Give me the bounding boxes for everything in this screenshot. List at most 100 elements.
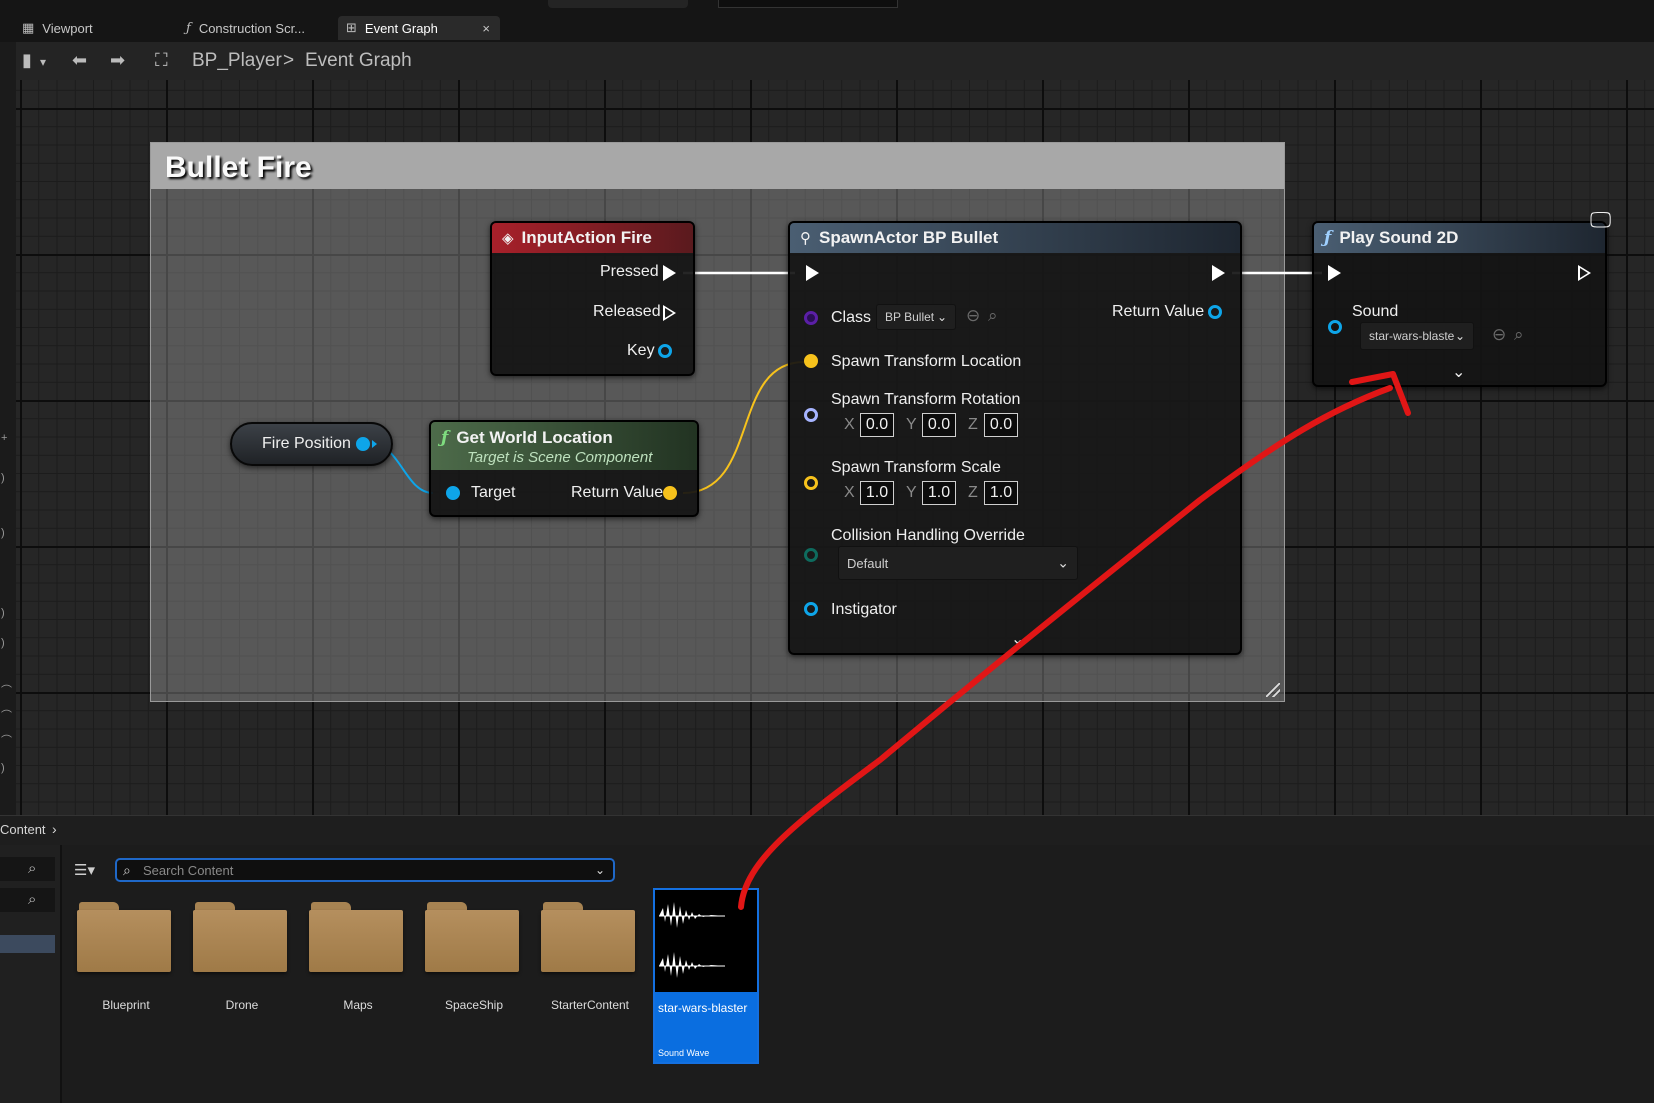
- use-selected-icon[interactable]: ⊖: [1492, 325, 1506, 345]
- folder-icon[interactable]: [541, 902, 637, 972]
- key-out-pin[interactable]: [658, 344, 672, 358]
- class-in-pin[interactable]: [804, 311, 818, 325]
- graph-toolbar: ▮ ▾ ⬅ ➡ ⛶ BP_Player > Event Graph: [0, 42, 1654, 80]
- pin-label-instigator: Instigator: [831, 601, 897, 618]
- scale-x-input[interactable]: 1.0: [860, 481, 894, 505]
- search-icon[interactable]: ⌕: [28, 891, 36, 908]
- filter-icon[interactable]: ☰▾: [74, 861, 95, 879]
- location-in-pin[interactable]: [804, 354, 818, 368]
- return-value-out-pin[interactable]: [1208, 305, 1222, 319]
- breadcrumb-blueprint[interactable]: BP_Player: [192, 50, 282, 72]
- tab-construction-script[interactable]: ƒ Construction Scr...: [178, 16, 328, 40]
- content-breadcrumb[interactable]: Content: [0, 822, 46, 837]
- folder-label[interactable]: Maps: [300, 998, 416, 1012]
- node-title: SpawnActor BP Bullet: [819, 228, 999, 247]
- browse-icon[interactable]: ⌕: [988, 306, 998, 326]
- top-dropdown[interactable]: [548, 0, 688, 8]
- exec-in-pin[interactable]: [806, 265, 819, 281]
- resize-handle-icon[interactable]: [1266, 683, 1280, 697]
- fire-position-variable-node[interactable]: Fire Position: [230, 422, 393, 466]
- sidebar-selected-row[interactable]: [0, 935, 55, 953]
- exec-out-pin-pressed[interactable]: [663, 265, 676, 281]
- pin-label-pressed: Pressed: [600, 263, 659, 280]
- folder-icon[interactable]: [193, 902, 289, 972]
- sound-dropdown[interactable]: star-wars-blaste ⌄: [1360, 322, 1474, 350]
- browse-icon[interactable]: ⌕: [1514, 325, 1524, 345]
- node-subtitle: Target is Scene Component: [467, 449, 653, 466]
- sound-in-pin[interactable]: [1328, 320, 1342, 334]
- pin-label-class: Class: [831, 309, 872, 326]
- chevron-down-icon: ⌄: [1454, 329, 1465, 343]
- folder-label[interactable]: Blueprint: [68, 998, 184, 1012]
- scale-y-input[interactable]: 1.0: [922, 481, 956, 505]
- axis-x: X: [844, 416, 855, 433]
- function-icon: ƒ: [186, 20, 191, 36]
- scale-z-input[interactable]: 1.0: [984, 481, 1018, 505]
- sidebar-search-row[interactable]: ⌕: [0, 888, 55, 912]
- expand-chevron-icon[interactable]: ⌄: [1452, 362, 1465, 382]
- instigator-in-pin[interactable]: [804, 602, 818, 616]
- chevron-down-icon[interactable]: ▾: [40, 55, 46, 69]
- rotation-y-input[interactable]: 0.0: [922, 413, 956, 437]
- breadcrumb-arrow-icon[interactable]: ›: [52, 821, 57, 837]
- collision-in-pin[interactable]: [804, 548, 818, 562]
- axis-y: Y: [906, 484, 917, 501]
- waveform-icon: [655, 890, 757, 992]
- grid-icon: ▦: [22, 20, 35, 35]
- asset-type: Sound Wave: [658, 1048, 710, 1058]
- exec-out-pin[interactable]: [1212, 265, 1225, 281]
- exec-out-pin[interactable]: [1578, 265, 1591, 281]
- scale-in-pin[interactable]: [804, 476, 818, 490]
- forward-arrow-icon[interactable]: ➡: [110, 50, 125, 71]
- chevron-down-icon[interactable]: ⌄: [595, 863, 605, 877]
- pin-label-target: Target: [471, 484, 516, 501]
- breadcrumb-separator: >: [283, 50, 295, 71]
- use-selected-icon[interactable]: ⊖: [966, 306, 980, 326]
- pin-label-location: Spawn Transform Location: [831, 353, 1022, 370]
- comment-header[interactable]: Bullet Fire: [151, 143, 1284, 189]
- breadcrumb-graph[interactable]: Event Graph: [305, 50, 412, 72]
- hierarchy-icon: ⛶: [155, 50, 168, 70]
- tab-label: Viewport: [42, 20, 93, 36]
- folder-icon[interactable]: [77, 902, 173, 972]
- pin-label-released: Released: [593, 303, 661, 320]
- folder-icon[interactable]: [425, 902, 521, 972]
- return-value-out-pin[interactable]: [663, 486, 677, 500]
- tab-bar: ▦ Viewport ƒ Construction Scr... ⊞ Event…: [0, 14, 1654, 42]
- axis-z: Z: [968, 484, 978, 501]
- folder-label[interactable]: SpaceShip: [416, 998, 532, 1012]
- search-icon[interactable]: ⌕: [28, 860, 36, 877]
- target-in-pin[interactable]: [446, 486, 460, 500]
- function-icon: ƒ: [1324, 228, 1332, 248]
- folder-label[interactable]: Drone: [184, 998, 300, 1012]
- folder-label[interactable]: StarterContent: [532, 998, 648, 1012]
- back-arrow-icon[interactable]: ⬅: [72, 50, 87, 71]
- sound-wave-asset[interactable]: star-wars-blaster Sound Wave: [653, 888, 759, 1064]
- rotation-x-input[interactable]: 0.0: [860, 413, 894, 437]
- comment-title: Bullet Fire: [165, 151, 312, 184]
- collision-dropdown[interactable]: Default ⌄: [838, 546, 1078, 580]
- exec-in-pin[interactable]: [1328, 265, 1341, 281]
- tab-event-graph[interactable]: ⊞ Event Graph ×: [338, 16, 500, 40]
- collision-value: Default: [847, 555, 889, 571]
- search-input[interactable]: [143, 862, 583, 878]
- bookmark-icon[interactable]: ▮: [22, 50, 32, 71]
- rotation-z-input[interactable]: 0.0: [984, 413, 1018, 437]
- class-dropdown[interactable]: BP Bullet ⌄: [876, 304, 956, 330]
- rotation-in-pin[interactable]: [804, 408, 818, 422]
- pin-label-return-value: Return Value: [571, 484, 664, 501]
- pin-label-sound: Sound: [1352, 303, 1399, 320]
- top-field[interactable]: [718, 0, 898, 8]
- pin-label-scale: Spawn Transform Scale: [831, 459, 1001, 476]
- get-world-location-node[interactable]: ƒ Get World Location Target is Scene Com…: [429, 420, 699, 517]
- exec-out-pin-released[interactable]: [663, 305, 676, 321]
- close-icon[interactable]: ×: [482, 21, 490, 36]
- folder-icon[interactable]: [309, 902, 405, 972]
- expand-chevron-icon[interactable]: ⌄: [1011, 629, 1024, 649]
- fire-position-out-pin[interactable]: [356, 437, 370, 451]
- tab-viewport[interactable]: ▦ Viewport: [14, 16, 164, 40]
- search-content[interactable]: ⌕ ⌄: [115, 858, 615, 882]
- spawn-actor-node[interactable]: ⚲ SpawnActor BP Bullet: [788, 221, 1242, 655]
- sidebar-search-row[interactable]: ⌕: [0, 857, 55, 881]
- axis-x: X: [844, 484, 855, 501]
